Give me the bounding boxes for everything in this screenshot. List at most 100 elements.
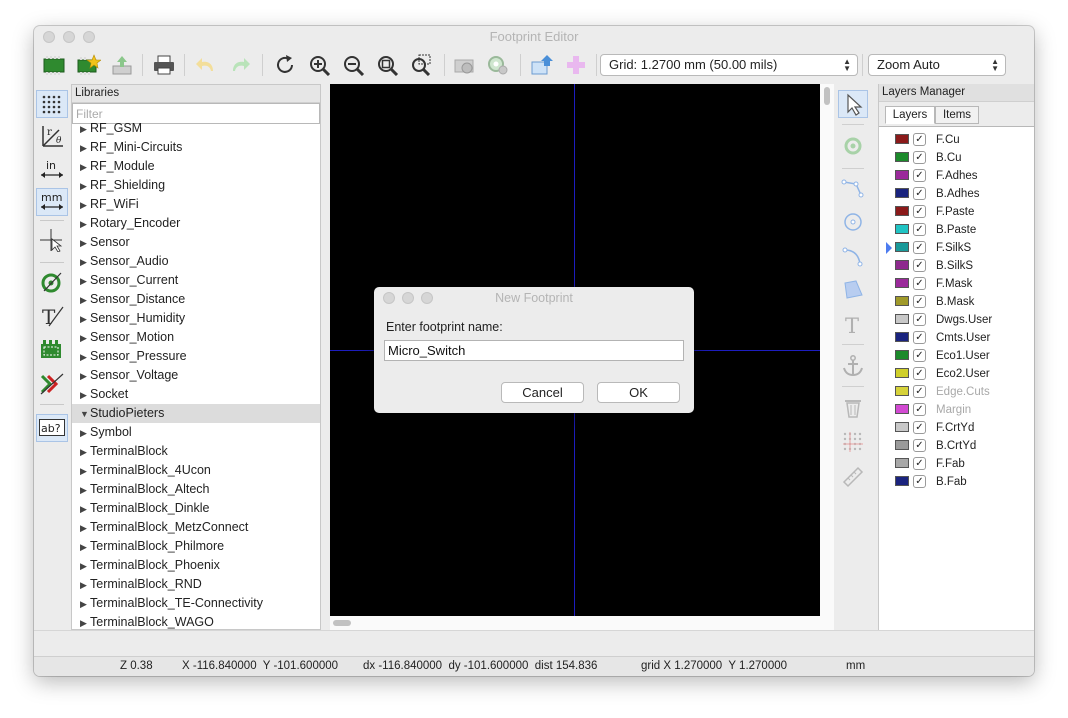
insert-into-board-button[interactable] [562, 52, 590, 78]
library-item[interactable]: ▶ Socket [72, 385, 320, 404]
layer-visibility-checkbox[interactable]: ✓ [913, 169, 926, 182]
layer-visibility-checkbox[interactable]: ✓ [913, 277, 926, 290]
layer-row[interactable]: ✓ F.Paste [879, 203, 1034, 221]
library-item[interactable]: ▶ TerminalBlock_WAGO [72, 613, 320, 629]
load-from-board-button[interactable] [528, 52, 556, 78]
grid-origin-button[interactable] [838, 428, 868, 456]
layer-row[interactable]: ✓ B.Cu [879, 149, 1034, 167]
library-item[interactable]: ▶ Symbol [72, 423, 320, 442]
layer-row[interactable]: ✓ B.CrtYd [879, 437, 1034, 455]
draw-arc-button[interactable] [838, 242, 868, 270]
collapsed-triangle-icon[interactable]: ▶ [80, 386, 90, 405]
collapsed-triangle-icon[interactable]: ▶ [80, 234, 90, 253]
collapsed-triangle-icon[interactable]: ▶ [80, 158, 90, 177]
library-item[interactable]: ▶ Sensor_Audio [72, 252, 320, 271]
library-item[interactable]: ▶ TerminalBlock_Altech [72, 480, 320, 499]
layer-color-swatch[interactable] [895, 476, 909, 486]
add-pad-button[interactable] [838, 132, 868, 160]
units-mm-button[interactable]: mm [36, 188, 68, 216]
layer-visibility-checkbox[interactable]: ✓ [913, 367, 926, 380]
pad-settings-button[interactable] [484, 52, 512, 78]
collapsed-triangle-icon[interactable]: ▶ [80, 538, 90, 557]
layer-color-swatch[interactable] [895, 296, 909, 306]
collapsed-triangle-icon[interactable]: ▶ [80, 253, 90, 272]
collapsed-triangle-icon[interactable]: ▶ [80, 500, 90, 519]
layer-visibility-checkbox[interactable]: ✓ [913, 313, 926, 326]
collapsed-triangle-icon[interactable]: ▶ [80, 272, 90, 291]
layer-row[interactable]: ✓ B.Fab [879, 473, 1034, 491]
collapsed-triangle-icon[interactable]: ▶ [80, 329, 90, 348]
library-item[interactable]: ▶ TerminalBlock_RND [72, 575, 320, 594]
layer-row[interactable]: ✓ B.Paste [879, 221, 1034, 239]
textbox-button[interactable]: ab? [36, 414, 68, 442]
layer-row[interactable]: ✓ Margin [879, 401, 1034, 419]
library-item[interactable]: ▶ TerminalBlock_Dinkle [72, 499, 320, 518]
layer-visibility-checkbox[interactable]: ✓ [913, 241, 926, 254]
graphic-sketch-button[interactable] [36, 336, 68, 364]
save-footprint-button[interactable] [108, 52, 136, 78]
draw-polygon-button[interactable] [838, 276, 868, 304]
library-item[interactable]: ▶ Rotary_Encoder [72, 214, 320, 233]
layer-visibility-checkbox[interactable]: ✓ [913, 439, 926, 452]
new-footprint-wizard-button[interactable] [74, 52, 102, 78]
layer-visibility-checkbox[interactable]: ✓ [913, 223, 926, 236]
library-item[interactable]: ▶ Sensor [72, 233, 320, 252]
layer-color-swatch[interactable] [895, 350, 909, 360]
canvas-vertical-scrollbar[interactable] [820, 84, 834, 630]
collapsed-triangle-icon[interactable]: ▶ [80, 139, 90, 158]
layer-visibility-checkbox[interactable]: ✓ [913, 475, 926, 488]
layer-color-swatch[interactable] [895, 206, 909, 216]
collapsed-triangle-icon[interactable]: ▶ [80, 557, 90, 576]
zoom-out-button[interactable] [340, 52, 368, 78]
library-item[interactable]: ▶ RF_Shielding [72, 176, 320, 195]
high-contrast-button[interactable] [36, 370, 68, 398]
layer-color-swatch[interactable] [895, 386, 909, 396]
layer-row[interactable]: ✓ F.Cu [879, 131, 1034, 149]
library-item[interactable]: ▼StudioPieters [72, 404, 320, 423]
layer-visibility-checkbox[interactable]: ✓ [913, 331, 926, 344]
library-item[interactable]: ▶ RF_WiFi [72, 195, 320, 214]
library-item[interactable]: ▶ Sensor_Humidity [72, 309, 320, 328]
library-item[interactable]: ▶ Sensor_Voltage [72, 366, 320, 385]
collapsed-triangle-icon[interactable]: ▶ [80, 519, 90, 538]
layer-color-swatch[interactable] [895, 332, 909, 342]
layer-color-swatch[interactable] [895, 188, 909, 198]
collapsed-triangle-icon[interactable]: ▶ [80, 196, 90, 215]
redo-button[interactable] [226, 52, 254, 78]
draw-circle-button[interactable] [838, 208, 868, 236]
library-item[interactable]: ▶ TerminalBlock_TE-Connectivity [72, 594, 320, 613]
layer-row[interactable]: ✓ F.Adhes [879, 167, 1034, 185]
layer-row[interactable]: ✓ F.SilkS [879, 239, 1034, 257]
library-item[interactable]: ▶ Sensor_Motion [72, 328, 320, 347]
zoom-select[interactable]: Zoom Auto ▲ ▼ [868, 54, 1006, 76]
library-item[interactable]: ▶ Sensor_Current [72, 271, 320, 290]
library-item[interactable]: ▶ RF_GSM [72, 119, 320, 138]
layer-visibility-checkbox[interactable]: ✓ [913, 187, 926, 200]
layer-visibility-checkbox[interactable]: ✓ [913, 205, 926, 218]
scroll-thumb[interactable] [824, 87, 830, 105]
scroll-thumb[interactable] [333, 620, 351, 626]
library-item[interactable]: ▶ Sensor_Pressure [72, 347, 320, 366]
layer-row[interactable]: ✓ Eco1.User [879, 347, 1034, 365]
layer-row[interactable]: ✓ Dwgs.User [879, 311, 1034, 329]
collapsed-triangle-icon[interactable]: ▶ [80, 310, 90, 329]
expanded-triangle-icon[interactable]: ▼ [80, 405, 90, 424]
layer-color-swatch[interactable] [895, 224, 909, 234]
polar-coords-button[interactable]: rθ [36, 122, 68, 150]
collapsed-triangle-icon[interactable]: ▶ [80, 120, 90, 139]
dialog-minimize-button[interactable] [402, 292, 414, 304]
undo-button[interactable] [192, 52, 220, 78]
library-item[interactable]: ▶ Sensor_Distance [72, 290, 320, 309]
layer-row[interactable]: ✓ F.Fab [879, 455, 1034, 473]
ok-button[interactable]: OK [597, 382, 680, 403]
layer-visibility-checkbox[interactable]: ✓ [913, 295, 926, 308]
layer-visibility-checkbox[interactable]: ✓ [913, 259, 926, 272]
layer-color-swatch[interactable] [895, 242, 909, 252]
full-crosshair-button[interactable] [36, 226, 68, 254]
collapsed-triangle-icon[interactable]: ▶ [80, 177, 90, 196]
zoom-selection-button[interactable] [408, 52, 436, 78]
layer-visibility-checkbox[interactable]: ✓ [913, 349, 926, 362]
footprint-name-input[interactable] [384, 340, 684, 361]
minimize-window-button[interactable] [63, 31, 75, 43]
add-text-button[interactable]: T [838, 310, 868, 338]
